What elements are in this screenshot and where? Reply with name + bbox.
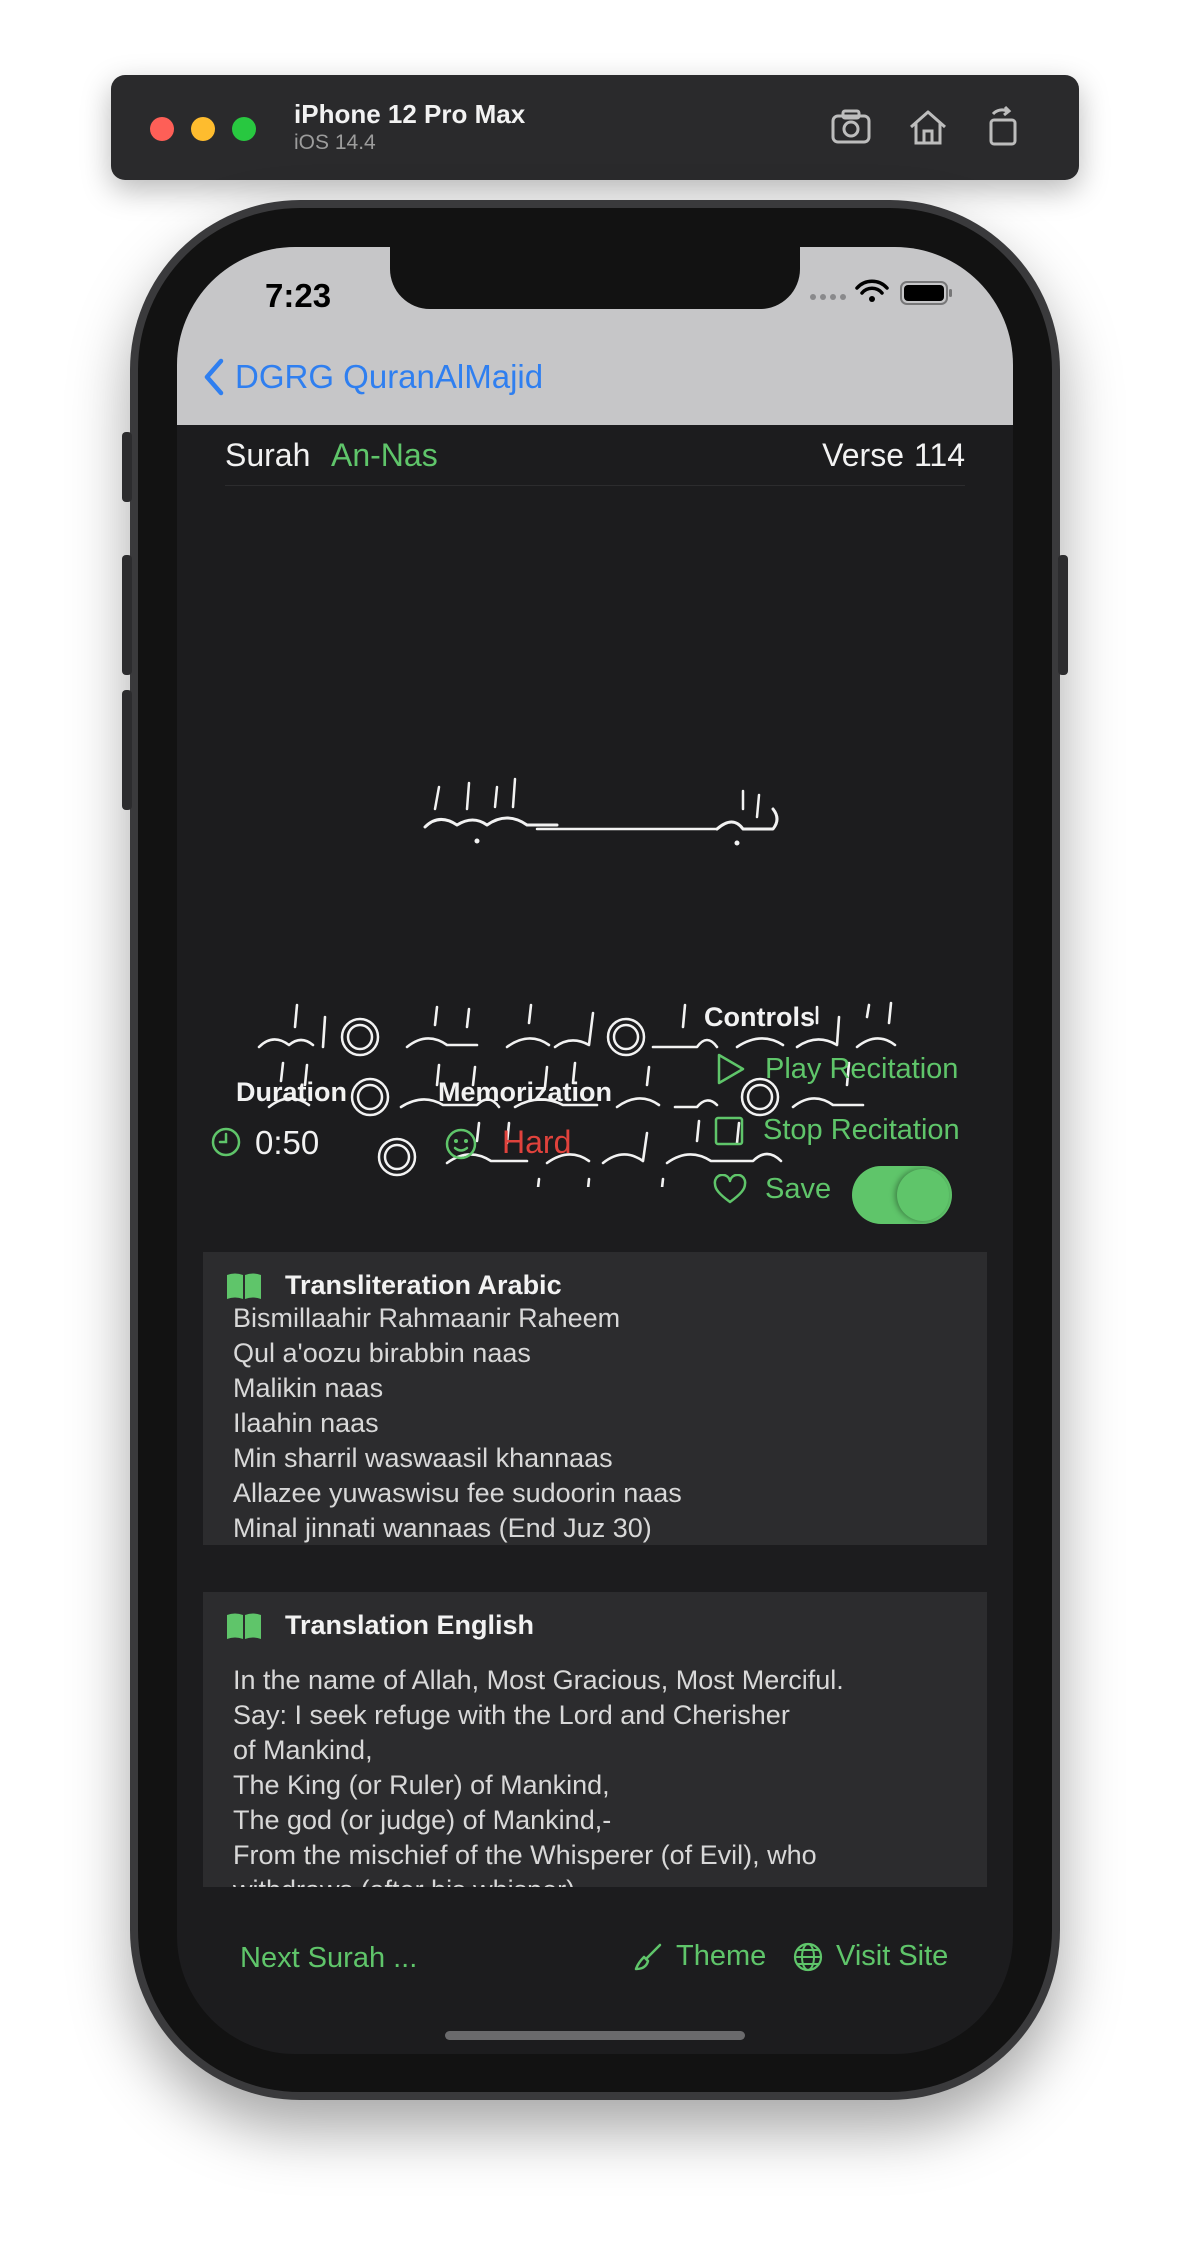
transliteration-line: Ilaahin naas	[233, 1408, 379, 1438]
navigation-bar: 7:23 DGRG QuranAlMajid	[177, 247, 1013, 425]
surah-header: Surah An-Nas Verse 114	[225, 437, 965, 486]
book-icon	[227, 1273, 261, 1299]
toggle-knob	[897, 1169, 949, 1221]
basmala-calligraphy	[423, 777, 779, 846]
transliteration-line: Bismillaahir Rahmaanir Raheem	[233, 1303, 621, 1333]
play-recitation-label: Play Recitation	[765, 1052, 959, 1085]
verse-label: Verse	[822, 437, 904, 473]
clock-icon	[211, 1127, 241, 1157]
next-surah-label: Next Surah ...	[240, 1942, 418, 1974]
screenshot-icon[interactable]	[829, 105, 873, 149]
translation-line: Say: I seek refuge with the Lord and Che…	[233, 1700, 790, 1730]
save-label: Save	[765, 1173, 832, 1205]
play-icon	[717, 1053, 745, 1085]
wifi-icon	[855, 279, 889, 302]
home-icon[interactable]	[906, 105, 950, 149]
surah-label: Surah	[225, 437, 311, 473]
translation-line: withdraws (after his whisper),-	[233, 1873, 967, 1887]
globe-icon	[793, 1942, 823, 1971]
translation-card[interactable]: Translation English In the name of Allah…	[203, 1592, 987, 1887]
status-time: 7:23	[265, 277, 332, 314]
heart-icon	[713, 1173, 747, 1203]
controls-title: Controls	[704, 1002, 815, 1032]
transliteration-line: Allazee yuwaswisu fee sudoorin naas	[233, 1478, 682, 1508]
surah-name: An-Nas	[331, 437, 438, 473]
transliteration-line: Qul a'oozu birabbin naas	[233, 1338, 531, 1368]
volume-up-button	[122, 555, 132, 675]
translation-line: of Mankind,	[233, 1735, 373, 1765]
transliteration-text: Bismillaahir Rahmaanir Raheem Qul a'oozu…	[233, 1303, 967, 1545]
transliteration-line: Minal jinnati wannaas (End Juz 30)	[233, 1513, 652, 1543]
visit-site-label: Visit Site	[836, 1940, 949, 1972]
cellular-icon	[810, 294, 846, 300]
minimize-window-button[interactable]	[191, 117, 215, 141]
chevron-left-icon	[204, 358, 224, 396]
close-window-button[interactable]	[150, 117, 174, 141]
app-screen: 7:23 DGRG QuranAlMajid Surah An-Nas Vers…	[177, 247, 1013, 2054]
book-icon	[227, 1613, 261, 1639]
memorization-value: Hard	[502, 1124, 572, 1160]
transliteration-card[interactable]: Transliteration Arabic Bismillaahir Rahm…	[203, 1252, 987, 1545]
save-toggle[interactable]	[852, 1166, 952, 1224]
theme-button[interactable]: Theme	[632, 1940, 766, 1973]
simulator-toolbar: iPhone 12 Pro Max iOS 14.4	[111, 75, 1079, 180]
back-label: DGRG QuranAlMajid	[235, 358, 544, 395]
battery-icon	[900, 281, 952, 305]
status-icons	[810, 279, 952, 305]
home-indicator[interactable]	[445, 2031, 745, 2040]
play-recitation-button[interactable]: Play Recitation	[713, 1052, 958, 1086]
transliteration-title: Transliteration Arabic	[285, 1270, 562, 1300]
transliteration-header: Transliteration Arabic	[225, 1270, 562, 1301]
stop-recitation-label: Stop Recitation	[763, 1114, 960, 1146]
bottom-toolbar: Next Surah ... Theme Visit Site	[177, 1932, 1013, 1992]
translation-line: From the mischief of the Whisperer (of E…	[233, 1840, 817, 1870]
translation-line: The King (or Ruler) of Mankind,	[233, 1770, 610, 1800]
translation-line: In the name of Allah, Most Gracious, Mos…	[233, 1665, 844, 1695]
power-button	[1058, 555, 1068, 675]
zoom-window-button[interactable]	[232, 117, 256, 141]
stop-recitation-button[interactable]: Stop Recitation	[713, 1114, 960, 1147]
translation-text: In the name of Allah, Most Gracious, Mos…	[233, 1663, 967, 1887]
transliteration-line: Malikin naas	[233, 1373, 384, 1403]
duration-value: 0:50	[255, 1124, 320, 1161]
theme-label: Theme	[676, 1940, 767, 1972]
volume-down-button	[122, 690, 132, 810]
rotate-icon[interactable]	[981, 105, 1025, 149]
memorization-title: Memorization	[438, 1077, 613, 1107]
save-button[interactable]: Save	[713, 1173, 831, 1206]
verse-number: 114	[913, 437, 965, 473]
smiley-icon	[445, 1128, 477, 1160]
stop-icon	[714, 1116, 744, 1145]
verse-indicator: Verse 114	[822, 437, 965, 474]
back-button[interactable]: DGRG QuranAlMajid	[203, 357, 543, 397]
paintbrush-icon	[634, 1943, 662, 1970]
transliteration-line: Min sharril waswaasil khannaas	[233, 1443, 613, 1473]
device-name: iPhone 12 Pro Max	[294, 99, 526, 129]
visit-site-button[interactable]: Visit Site	[792, 1940, 948, 1973]
duration-title: Duration	[236, 1077, 347, 1107]
translation-line: The god (or judge) of Mankind,-	[233, 1805, 612, 1835]
translation-title: Translation English	[285, 1610, 535, 1640]
os-version: iOS 14.4	[294, 131, 376, 154]
notch	[390, 247, 800, 309]
next-surah-button[interactable]: Next Surah ...	[240, 1942, 417, 1975]
mute-switch	[122, 432, 132, 502]
translation-header: Translation English	[225, 1610, 534, 1641]
